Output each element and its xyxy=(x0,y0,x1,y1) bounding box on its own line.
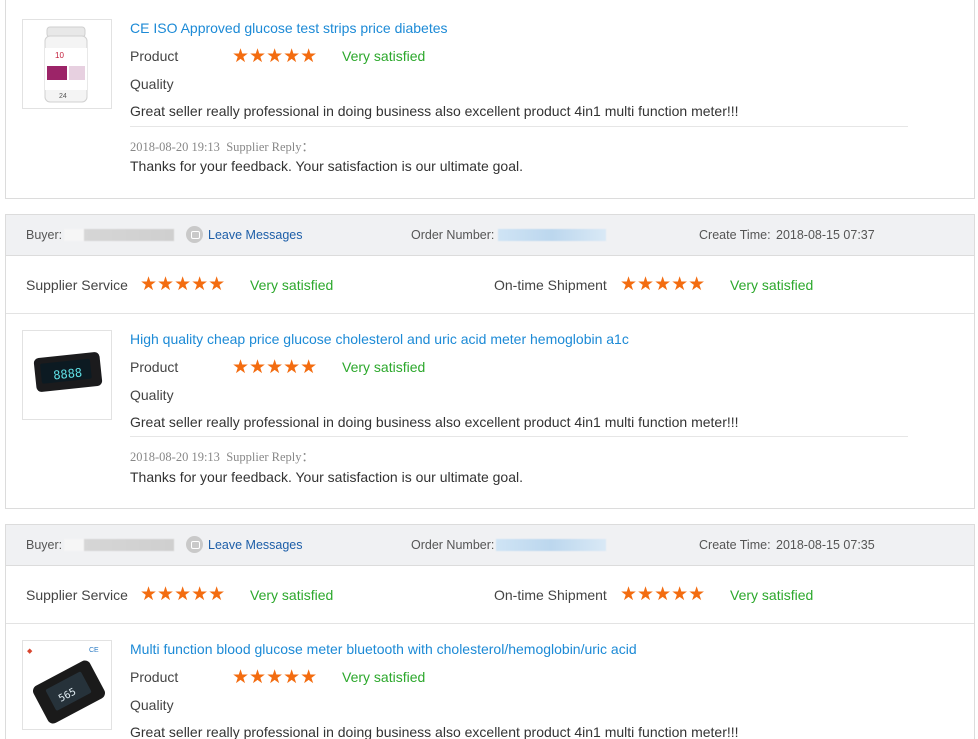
service-ratings-row: Supplier Service ★★★★★ Very satisfied On… xyxy=(6,256,974,314)
supplier-reply-text: Thanks for your feedback. Your satisfact… xyxy=(130,469,523,485)
reply-divider xyxy=(130,436,908,437)
order-number-blurred xyxy=(496,539,606,551)
ontime-shipment-text: Very satisfied xyxy=(730,277,814,293)
ce-badge: CE xyxy=(89,647,99,654)
glucose-meter-icon: 8888 xyxy=(33,352,103,392)
buyer-label: Buyer: xyxy=(26,228,63,242)
ontime-shipment-stars: ★★★★★ xyxy=(620,274,706,295)
product-thumbnail[interactable]: 8888 xyxy=(22,330,112,420)
product-rating-text: Very satisfied xyxy=(342,359,426,375)
product-thumbnail[interactable]: ◆ CE 565 xyxy=(22,640,112,730)
reply-time: 2018-08-20 19:13 xyxy=(130,450,220,464)
brand-mark: ◆ xyxy=(27,648,33,655)
message-icon[interactable] xyxy=(186,536,203,553)
order-number-blurred xyxy=(498,229,606,241)
bottle-label-large: 10 xyxy=(55,51,64,60)
review-card-2: Buyer: Leave Messages Order Number: Crea… xyxy=(5,214,975,509)
product-rating-text: Very satisfied xyxy=(342,669,426,685)
product-thumbnail[interactable]: 10 24 xyxy=(22,19,112,109)
create-time-value: 2018-08-15 07:35 xyxy=(776,538,875,552)
ontime-shipment-label: On-time Shipment xyxy=(494,587,607,603)
supplier-service-text: Very satisfied xyxy=(250,277,334,293)
quality-label: Quality xyxy=(130,76,174,92)
supplier-service-label: Supplier Service xyxy=(26,277,128,293)
supplier-service-stars: ★★★★★ xyxy=(140,274,226,295)
order-number-label: Order Number: xyxy=(411,538,495,552)
create-time-value: 2018-08-15 07:37 xyxy=(776,228,875,242)
supplier-reply-text: Thanks for your feedback. Your satisfact… xyxy=(130,158,523,174)
ontime-shipment-stars: ★★★★★ xyxy=(620,584,706,605)
quality-label: Quality xyxy=(130,387,174,403)
supplier-reply-label: Supplier Reply： xyxy=(226,140,315,154)
product-rating-text: Very satisfied xyxy=(342,48,426,64)
supplier-service-text: Very satisfied xyxy=(250,587,334,603)
message-icon[interactable] xyxy=(186,226,203,243)
bottle-label-small: 24 xyxy=(59,93,67,100)
quality-label: Quality xyxy=(130,697,174,713)
reply-divider xyxy=(130,126,908,127)
product-rating-label: Product xyxy=(130,669,179,685)
review-card-3: Buyer: Leave Messages Order Number: Crea… xyxy=(5,524,975,739)
leave-messages-link[interactable]: Leave Messages xyxy=(208,538,303,552)
product-rating-stars: ★★★★★ xyxy=(232,667,318,688)
product-rating-label: Product xyxy=(130,48,179,64)
product-rating-stars: ★★★★★ xyxy=(232,46,318,67)
create-time-label: Create Time: xyxy=(699,228,771,242)
product-rating-stars: ★★★★★ xyxy=(232,357,318,378)
service-ratings-row: Supplier Service ★★★★★ Very satisfied On… xyxy=(6,566,974,624)
supplier-service-label: Supplier Service xyxy=(26,587,128,603)
buyer-name-blurred xyxy=(64,539,174,551)
ontime-shipment-label: On-time Shipment xyxy=(494,277,607,293)
product-rating-label: Product xyxy=(130,359,179,375)
product-title-link[interactable]: Multi function blood glucose meter bluet… xyxy=(130,641,637,657)
review-text: Great seller really professional in doin… xyxy=(130,414,739,430)
supplier-service-stars: ★★★★★ xyxy=(140,584,226,605)
create-time-label: Create Time: xyxy=(699,538,771,552)
leave-messages-link[interactable]: Leave Messages xyxy=(208,228,303,242)
supplier-reply-label: Supplier Reply： xyxy=(226,450,315,464)
buyer-name-blurred xyxy=(64,229,174,241)
reply-meta: 2018-08-20 19:13 Supplier Reply： xyxy=(130,446,314,465)
product-title-link[interactable]: CE ISO Approved glucose test strips pric… xyxy=(130,20,448,36)
buyer-label: Buyer: xyxy=(26,538,63,552)
bluetooth-glucose-meter-icon: ◆ CE 565 xyxy=(27,647,105,724)
order-number-label: Order Number: xyxy=(411,228,495,242)
review-text: Great seller really professional in doin… xyxy=(130,724,739,739)
review-card-1: 10 24 CE ISO Approved glucose test strip… xyxy=(5,0,975,199)
order-header: Buyer: Leave Messages Order Number: Crea… xyxy=(6,525,974,566)
product-title-link[interactable]: High quality cheap price glucose cholest… xyxy=(130,331,629,347)
order-header: Buyer: Leave Messages Order Number: Crea… xyxy=(6,215,974,256)
reply-time: 2018-08-20 19:13 xyxy=(130,140,220,154)
ontime-shipment-text: Very satisfied xyxy=(730,587,814,603)
reply-meta: 2018-08-20 19:13 Supplier Reply： xyxy=(130,136,314,155)
test-strip-bottle-icon: 10 24 xyxy=(44,26,88,103)
review-text: Great seller really professional in doin… xyxy=(130,103,739,119)
